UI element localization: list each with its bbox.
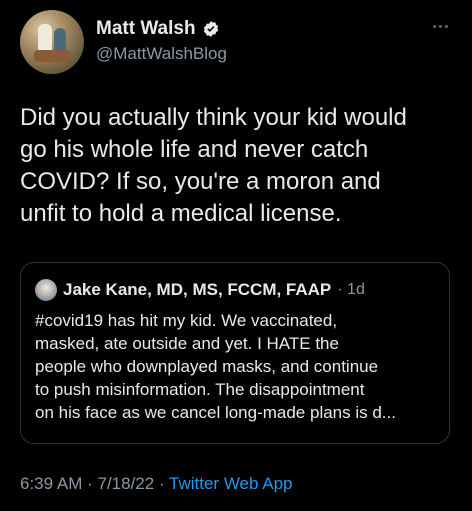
author-avatar[interactable] [20,10,84,74]
tweet-text: Did you actually think your kid would go… [20,104,407,227]
quoted-tweet-time: · 1d [337,281,365,298]
verified-badge-icon [202,20,220,38]
author-handle[interactable]: @MattWalshBlog [96,44,227,64]
more-options-icon[interactable] [428,20,452,32]
quoted-author-avatar [35,279,57,301]
quoted-tweet-header: Jake Kane, MD, MS, FCCM, FAAP · 1d [35,279,365,301]
tweet-header: Matt Walsh @MattWalshBlog [20,10,452,76]
author-name-block: Matt Walsh @MattWalshBlog [96,18,227,64]
meta-separator: · [82,474,98,493]
quoted-tweet-text: #covid19 has hit my kid. We vaccinated, … [35,311,396,422]
author-display-name[interactable]: Matt Walsh [96,18,220,40]
author-display-name-text[interactable]: Matt Walsh [96,18,196,40]
quoted-tweet-card[interactable]: Jake Kane, MD, MS, FCCM, FAAP · 1d #covi… [20,262,450,444]
tweet-time[interactable]: 6:39 AM [20,474,82,493]
tweet-meta: 6:39 AM · 7/18/22 · Twitter Web App [20,474,293,494]
quoted-author-name: Jake Kane, MD, MS, FCCM, FAAP [63,280,332,299]
tweet-date[interactable]: 7/18/22 [97,474,154,493]
tweet-source-app[interactable]: Twitter Web App [169,474,292,493]
meta-separator: · [154,474,170,493]
